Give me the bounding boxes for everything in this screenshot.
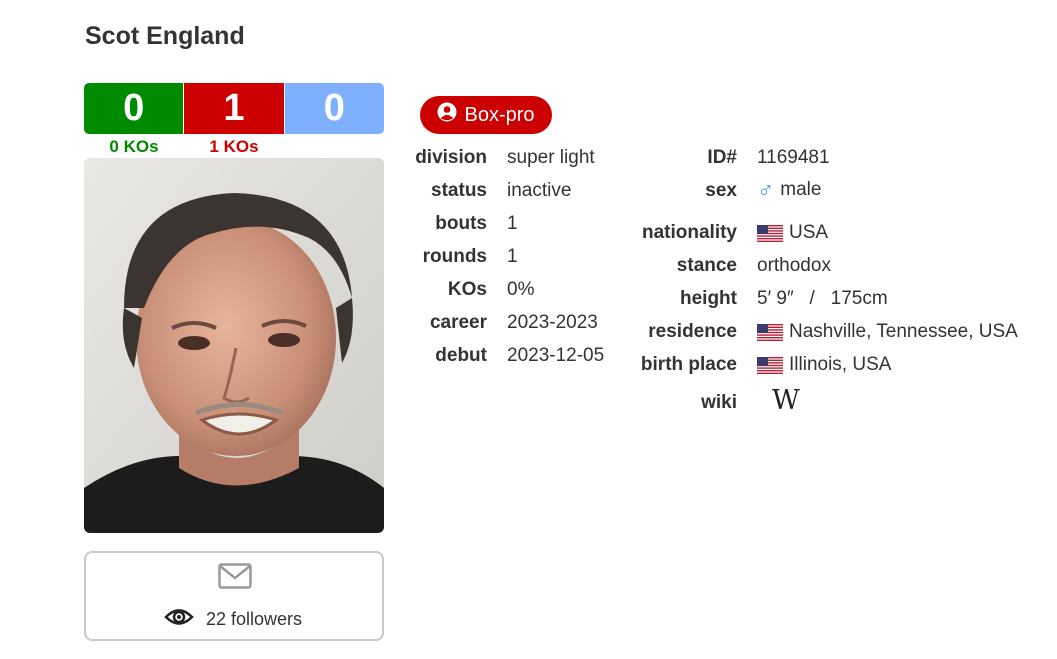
residence-value-row: Nashville, Tennessee, USA xyxy=(757,321,1018,343)
wins-kos: 0 KOs xyxy=(109,137,159,156)
bouts-value: 1 xyxy=(507,213,518,234)
id-value: 1169481 xyxy=(757,147,830,168)
debut-value: 2023-12-05 xyxy=(507,345,605,366)
losses-kos: 1 KOs xyxy=(209,137,259,156)
eye-icon xyxy=(164,606,194,633)
sex-value-row: ♂ male xyxy=(757,178,821,201)
stance-value: orthodox xyxy=(757,255,831,276)
kos-value: 0% xyxy=(507,279,535,300)
wins-count: 0 xyxy=(84,83,184,134)
boxer-photo xyxy=(84,158,384,533)
sex-label: sex xyxy=(705,180,737,201)
badge-label: Box-pro xyxy=(464,103,535,126)
us-flag-icon xyxy=(757,323,783,341)
residence-label: residence xyxy=(648,321,737,342)
status-value: inactive xyxy=(507,180,572,201)
height-value: 5′ 9″ / 175cm xyxy=(757,288,888,309)
bouts-label: bouts xyxy=(435,213,487,234)
residence-value[interactable]: Nashville, Tennessee, USA xyxy=(789,321,1018,343)
status-label: status xyxy=(431,180,487,201)
stance-label: stance xyxy=(676,255,737,276)
record-bar: 0 1 0 xyxy=(84,83,384,134)
followers-count: 22 followers xyxy=(206,609,303,629)
height-label: height xyxy=(680,288,737,309)
birth-place-value-row: Illinois, USA xyxy=(757,354,891,376)
wiki-label: wiki xyxy=(701,392,737,413)
boxer-name: Scot England xyxy=(85,22,245,50)
career-value: 2023-2023 xyxy=(507,312,598,333)
birth-place-value[interactable]: Illinois, USA xyxy=(789,354,891,376)
us-flag-icon xyxy=(757,356,783,374)
rounds-label: rounds xyxy=(422,246,487,267)
losses-count: 1 xyxy=(183,83,284,134)
wikipedia-icon[interactable]: W xyxy=(772,385,800,416)
follow-box: 22 followers xyxy=(84,551,384,641)
kos-label: KOs xyxy=(447,279,487,300)
us-flag-icon xyxy=(757,224,783,242)
nationality-value: USA xyxy=(789,222,829,243)
career-label: career xyxy=(429,312,487,333)
sex-value: male xyxy=(780,178,822,200)
male-symbol-icon: ♂ xyxy=(757,176,775,202)
envelope-icon[interactable] xyxy=(218,563,252,594)
debut-label: debut xyxy=(435,345,487,366)
nationality-label: nationality xyxy=(641,222,737,243)
draws-count: 0 xyxy=(283,83,384,134)
user-circle-icon xyxy=(437,102,457,128)
id-label: ID# xyxy=(707,147,737,168)
division-label: division xyxy=(415,147,487,168)
followers: 22 followers xyxy=(164,606,302,633)
division-value: super light xyxy=(507,147,595,168)
nationality-value-row: USA xyxy=(757,222,828,244)
birth-place-label: birth place xyxy=(640,354,737,375)
rounds-value: 1 xyxy=(507,246,518,267)
box-pro-badge[interactable]: Box-pro xyxy=(420,96,552,134)
